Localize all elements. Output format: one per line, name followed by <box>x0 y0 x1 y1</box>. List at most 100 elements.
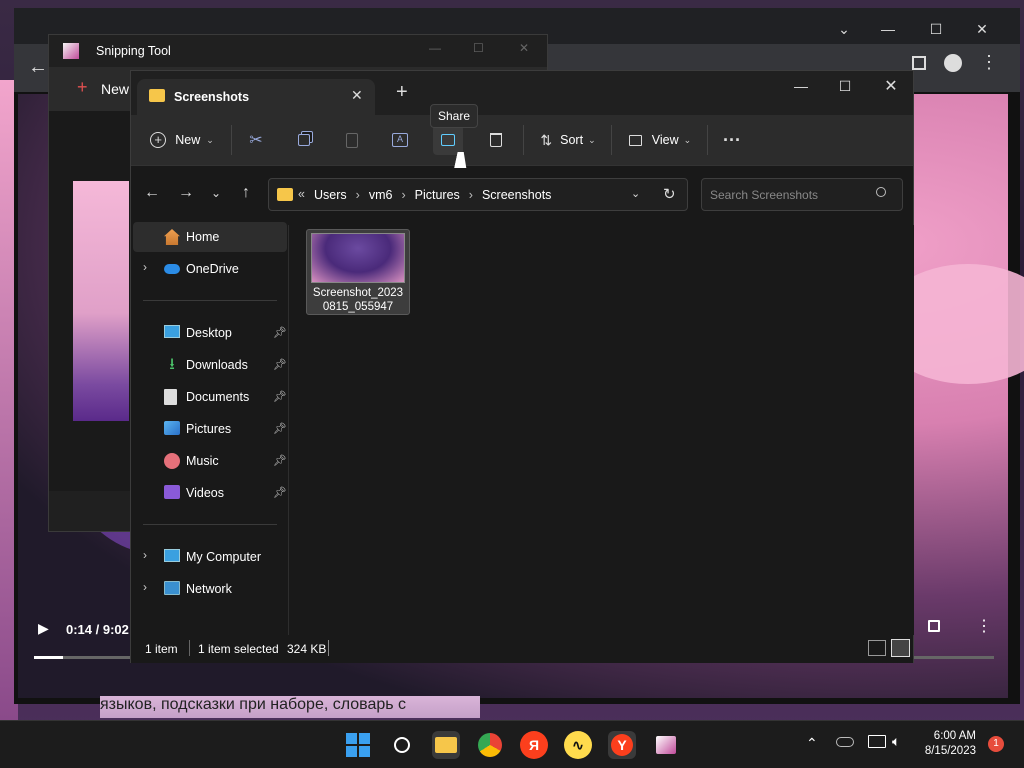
yandex-browser-taskbar-button[interactable]: Y <box>608 731 636 759</box>
app-taskbar-button[interactable]: ∿ <box>564 731 592 759</box>
chevron-right-icon[interactable]: › <box>143 548 147 562</box>
sidebar-item-network[interactable]: › Network <box>133 574 287 604</box>
explorer-minimize-button[interactable]: — <box>779 71 823 101</box>
browser-close-button[interactable]: ✕ <box>960 14 1004 44</box>
pin-icon[interactable]: 📌︎ <box>273 422 287 435</box>
clock[interactable]: 6:00 AM 8/15/2023 <box>916 729 976 759</box>
address-bar[interactable]: « Users › vm6 › Pictures › Screenshots ⌄… <box>268 178 688 211</box>
sidebar-item-downloads[interactable]: ⭳ Downloads 📌︎ <box>133 350 287 380</box>
folder-icon <box>435 737 457 753</box>
chevron-right-icon[interactable]: › <box>401 188 405 202</box>
separator <box>189 640 190 656</box>
share-button[interactable] <box>433 125 463 155</box>
pin-icon[interactable]: 📌︎ <box>273 454 287 467</box>
refresh-icon[interactable]: ↻ <box>663 185 676 203</box>
view-button[interactable]: View ⌄ <box>625 127 695 153</box>
notification-badge[interactable]: 1 <box>988 736 1004 752</box>
chevron-right-icon[interactable]: › <box>143 260 147 274</box>
recent-locations-icon[interactable]: ⌄ <box>205 182 227 204</box>
fullscreen-icon[interactable] <box>928 620 940 632</box>
sidebar-item-videos[interactable]: Videos 📌︎ <box>133 478 287 508</box>
snip-new-button[interactable]: New <box>101 81 129 97</box>
file-name-line: 0815_055947 <box>322 301 394 313</box>
tiles-view-icon[interactable] <box>891 639 910 657</box>
explorer-close-button[interactable]: ✕ <box>869 71 913 101</box>
rename-icon[interactable]: A <box>387 127 413 153</box>
pin-icon[interactable]: 📌︎ <box>273 390 287 403</box>
pin-icon[interactable]: 📌︎ <box>273 358 287 371</box>
sidebar-item-label: OneDrive <box>186 262 239 276</box>
selected-size: 324 KB <box>287 642 327 656</box>
snipping-tool-taskbar-button[interactable] <box>652 731 680 759</box>
sidebar-item-home[interactable]: Home <box>133 222 287 252</box>
breadcrumb-item[interactable]: Users <box>314 188 347 202</box>
view-button-label: View <box>651 133 679 147</box>
file-item[interactable]: Screenshot_2023 0815_055947 <box>306 229 410 315</box>
search-icon[interactable] <box>876 187 886 197</box>
sidebar-item-label: Network <box>186 582 232 596</box>
snip-minimize-button[interactable]: — <box>429 41 441 55</box>
pin-icon[interactable]: 📌︎ <box>273 486 287 499</box>
chevron-right-icon[interactable]: › <box>469 188 473 202</box>
sidebar-item-label: Desktop <box>186 326 232 340</box>
sort-button[interactable]: ⇅ Sort ⌄ <box>535 127 601 153</box>
sidebar-item-my-computer[interactable]: › My Computer <box>133 542 287 572</box>
back-icon[interactable]: ← <box>141 182 163 204</box>
search-box[interactable]: Search Screenshots <box>701 178 903 211</box>
breadcrumb-overflow[interactable]: « <box>298 187 305 201</box>
video-progress-fill <box>34 656 63 659</box>
up-icon[interactable]: ↑ <box>235 182 257 204</box>
sidebar-item-pictures[interactable]: Pictures 📌︎ <box>133 414 287 444</box>
sidebar-item-desktop[interactable]: Desktop 📌︎ <box>133 318 287 348</box>
sidebar-item-label: Music <box>186 454 219 468</box>
sidebar-item-music[interactable]: Music 📌︎ <box>133 446 287 476</box>
browser-minimize-button[interactable]: — <box>866 14 910 44</box>
browser-menu-icon[interactable]: ⋮ <box>980 52 998 73</box>
breadcrumb-item[interactable]: vm6 <box>369 188 393 202</box>
explorer-maximize-button[interactable]: ☐ <box>823 71 867 101</box>
volume-icon[interactable]: 🔈︎ <box>892 733 900 750</box>
search-taskbar-button[interactable] <box>388 731 416 759</box>
browser-back-icon[interactable]: ← <box>28 56 48 79</box>
video-caption: языков, подсказки при наборе, словарь с <box>100 696 480 718</box>
network-tray-icon[interactable] <box>868 735 886 748</box>
browser-profile-icon[interactable] <box>944 54 962 72</box>
chevron-up-icon[interactable]: ⌃ <box>806 735 818 752</box>
video-more-icon[interactable]: ⋮ <box>976 616 992 636</box>
copy-icon[interactable] <box>291 127 317 153</box>
chevron-right-icon[interactable]: › <box>143 580 147 594</box>
more-options-icon[interactable]: ··· <box>719 127 745 153</box>
new-button[interactable]: + New ⌄ <box>149 127 215 153</box>
tab-close-icon[interactable]: ✕ <box>351 87 363 104</box>
browser-sidebar-icon[interactable] <box>912 56 926 70</box>
documents-icon <box>164 389 177 405</box>
new-tab-button[interactable]: + <box>396 81 408 104</box>
browser-maximize-button[interactable]: ☐ <box>914 14 958 44</box>
sidebar-item-onedrive[interactable]: › OneDrive <box>133 254 287 284</box>
details-view-icon[interactable] <box>868 640 886 656</box>
delete-icon[interactable] <box>483 127 509 153</box>
browser-tab-list-icon[interactable]: ⌄ <box>822 14 866 44</box>
sidebar-item-label: My Computer <box>186 550 262 564</box>
file-name-line: Screenshot_2023 <box>312 287 404 299</box>
start-button[interactable] <box>344 731 372 759</box>
forward-icon[interactable]: → <box>175 182 197 204</box>
play-icon[interactable]: ▶ <box>38 620 49 637</box>
pin-icon[interactable]: 📌︎ <box>273 326 287 339</box>
breadcrumb-item[interactable]: Screenshots <box>482 188 551 202</box>
onedrive-tray-icon[interactable] <box>836 737 854 747</box>
yandex-taskbar-button[interactable]: Я <box>520 731 548 759</box>
breadcrumb-item[interactable]: Pictures <box>415 188 460 202</box>
cut-icon[interactable]: ✂ <box>243 127 269 153</box>
snip-maximize-button[interactable]: ☐ <box>473 41 484 55</box>
chrome-taskbar-button[interactable] <box>476 731 504 759</box>
chevron-right-icon[interactable]: › <box>356 188 360 202</box>
file-explorer-taskbar-button[interactable] <box>432 731 460 759</box>
snip-close-button[interactable]: ✕ <box>519 41 529 55</box>
tab-screenshots[interactable]: Screenshots ✕ <box>137 79 375 115</box>
sidebar-item-documents[interactable]: Documents 📌︎ <box>133 382 287 412</box>
address-history-icon[interactable]: ⌄ <box>631 187 640 200</box>
paste-icon[interactable] <box>339 127 365 153</box>
separator <box>611 125 612 155</box>
snip-new-plus-icon[interactable]: + <box>77 78 88 96</box>
